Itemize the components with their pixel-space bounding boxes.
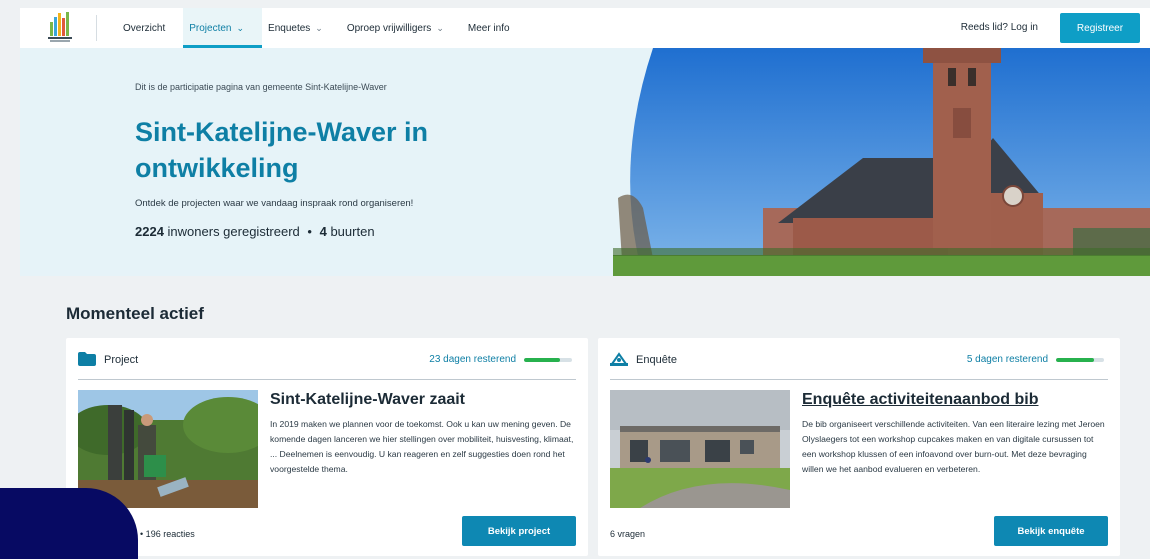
days-remaining: 5 dagen resterend bbox=[966, 354, 1048, 365]
card-type-label: Enquête bbox=[636, 354, 677, 366]
progress-fill bbox=[1056, 358, 1095, 362]
logo-divider bbox=[96, 15, 97, 41]
section-title: Momenteel actief bbox=[66, 304, 204, 323]
folder-icon bbox=[78, 352, 96, 366]
survey-icon bbox=[610, 352, 628, 366]
card-title[interactable]: Sint-Katelijne-Waver zaait bbox=[270, 391, 465, 409]
residents-label: inwoners geregistreerd bbox=[167, 224, 300, 239]
register-button[interactable]: Registreer bbox=[1060, 13, 1140, 43]
hero-intro-text: Dit is de participatie pagina van gemeen… bbox=[135, 82, 387, 92]
survey-thumbnail[interactable] bbox=[610, 390, 790, 508]
card-footer-stats: 6 vragen bbox=[610, 529, 646, 539]
neighborhoods-label: buurten bbox=[330, 224, 375, 239]
stats-separator: • bbox=[307, 224, 312, 239]
chevron-down-icon: ⌄ bbox=[436, 22, 444, 33]
project-card: Project 23 dagen resterend Sint-Katelijn… bbox=[66, 338, 588, 556]
card-header: Project 23 dagen resterend bbox=[78, 348, 576, 380]
nav-label: Projecten bbox=[189, 22, 232, 34]
progress-bar bbox=[524, 358, 572, 362]
nav-label: Meer info bbox=[467, 22, 510, 34]
chevron-down-icon: ⌄ bbox=[236, 22, 245, 33]
hero-stats: 2224 inwoners geregistreerd • 4 buurten bbox=[135, 224, 375, 239]
nav-label: Enquetes bbox=[268, 22, 311, 34]
hero-banner: Dit is de participatie pagina van gemeen… bbox=[20, 48, 1150, 276]
progress-fill bbox=[524, 358, 560, 362]
top-navigation-bar: Overzicht Projecten ⌄ Enquetes ⌄ Oproep … bbox=[20, 8, 1150, 48]
view-survey-button[interactable]: Bekijk enquête bbox=[994, 516, 1108, 546]
nav-item-overzicht[interactable]: Overzicht bbox=[117, 8, 183, 48]
card-description: De bib organiseert verschillende activit… bbox=[802, 419, 1105, 474]
card-header: Enquête 5 dagen resterend bbox=[610, 348, 1108, 380]
card-type-label: Project bbox=[104, 354, 139, 366]
church-photo bbox=[613, 48, 1150, 276]
nav-item-meer-info[interactable]: Meer info bbox=[462, 8, 528, 48]
view-project-button[interactable]: Bekijk project bbox=[462, 516, 576, 546]
nav-item-projecten[interactable]: Projecten ⌄ bbox=[183, 8, 263, 48]
card-description: In 2019 maken we plannen voor de toekoms… bbox=[270, 419, 574, 474]
nav-item-oproep-vrijwilligers[interactable]: Oproep vrijwilligers ⌄ bbox=[341, 8, 462, 48]
page-title: Sint-Katelijne-Waver in ontwikkeling bbox=[135, 117, 429, 183]
nav-label: Oproep vrijwilligers bbox=[346, 22, 432, 34]
days-remaining: 23 dagen resterend bbox=[429, 354, 516, 365]
nav-item-enquetes[interactable]: Enquetes ⌄ bbox=[262, 8, 341, 48]
neighborhoods-count: 4 bbox=[319, 224, 327, 239]
progress-bar bbox=[1056, 358, 1104, 362]
project-thumbnail[interactable] bbox=[78, 390, 258, 508]
municipality-logo[interactable] bbox=[36, 8, 84, 48]
login-link[interactable]: Reeds lid? Log in bbox=[961, 22, 1038, 33]
hero-subtitle: Ontdek de projecten waar we vandaag insp… bbox=[135, 198, 414, 209]
card-title[interactable]: Enquête activiteitenaanbod bib bbox=[802, 391, 1038, 409]
survey-card: Enquête 5 dagen resterend Enquête activi… bbox=[598, 338, 1120, 556]
residents-count: 2224 bbox=[135, 224, 164, 239]
main-nav: Overzicht Projecten ⌄ Enquetes ⌄ Oproep … bbox=[117, 8, 528, 48]
decorative-corner-shape bbox=[0, 488, 138, 559]
nav-label: Overzicht bbox=[123, 22, 166, 34]
chevron-down-icon: ⌄ bbox=[315, 22, 323, 33]
